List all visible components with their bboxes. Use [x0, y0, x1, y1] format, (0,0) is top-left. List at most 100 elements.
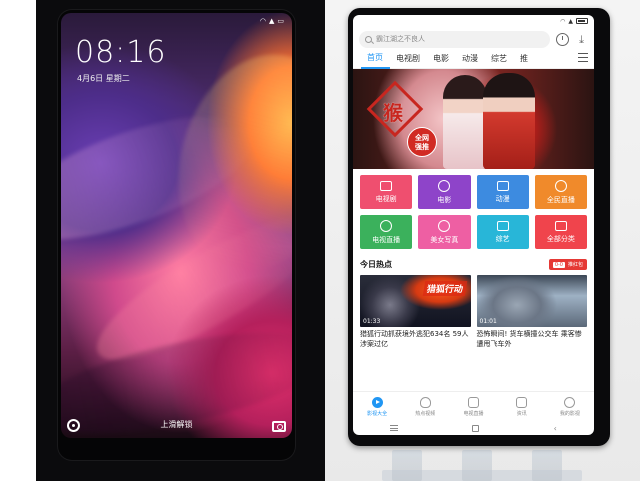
banner-badge: 全网 强推	[407, 127, 437, 157]
video-thumbnail-title: 猎狐行动	[423, 281, 468, 296]
phone-stand	[382, 440, 582, 481]
nav-hot-videos[interactable]: 热点视频	[401, 392, 449, 421]
video-thumbnail: 01:01	[476, 275, 587, 327]
red-packet-label: 推红包	[567, 262, 583, 268]
tab-home[interactable]: 首页	[361, 49, 390, 69]
right-photo: ◠ ▲ 霸江湖之不良人 ⤓ 首页 电视剧 电影 动漫 综艺 推 猴 全网 强推 …	[325, 0, 640, 481]
signal-icon: ▲	[568, 17, 573, 25]
photo-composite: ◠ ▲ ▭ 08:16 4月6日 星期二 上滑解锁 ◠ ▲ 霸江湖之不良人 ⤓ …	[0, 0, 640, 481]
nav-news[interactable]: 资讯	[498, 392, 546, 421]
search-placeholder: 霸江湖之不良人	[376, 35, 425, 43]
bottom-nav: 影视大全 热点视频 电视直播 资讯 我的影视	[353, 391, 594, 421]
search-row: 霸江湖之不良人 ⤓	[353, 27, 594, 49]
variety-icon	[496, 220, 509, 231]
search-icon	[365, 35, 372, 43]
search-input[interactable]: 霸江湖之不良人	[359, 30, 550, 48]
flame-icon	[419, 396, 431, 408]
recent-apps-icon[interactable]	[390, 425, 399, 431]
category-all[interactable]: 全部分类	[534, 215, 587, 249]
battery-icon: ▭	[277, 17, 284, 25]
lock-bottom-bar: 上滑解锁	[61, 414, 292, 432]
video-card[interactable]: 猎狐行动 01:33 猎狐行动抓获境外逃犯634名 59人涉案过亿	[360, 275, 471, 349]
grid-icon	[554, 220, 567, 231]
nav-label: 热点视频	[415, 410, 436, 417]
banner-seal-text: 猴	[383, 101, 403, 125]
category-label: 动漫	[495, 194, 510, 203]
left-phone: ◠ ▲ ▭ 08:16 4月6日 星期二 上滑解锁	[58, 10, 295, 460]
category-tv-series[interactable]: 电视剧	[360, 175, 413, 209]
nav-label: 影视大全	[367, 410, 388, 417]
back-icon[interactable]: ‹	[554, 424, 557, 433]
category-label: 电视直播	[372, 235, 401, 244]
category-tabs: 首页 电视剧 电影 动漫 综艺 推	[353, 49, 594, 69]
category-label: 电影	[437, 195, 452, 204]
category-tv-live[interactable]: 电视直播	[360, 215, 413, 249]
right-phone: ◠ ▲ 霸江湖之不良人 ⤓ 首页 电视剧 电影 动漫 综艺 推 猴 全网 强推 …	[348, 8, 610, 446]
tv-live-icon	[380, 219, 393, 232]
menu-icon[interactable]	[578, 53, 588, 63]
left-photo: ◠ ▲ ▭ 08:16 4月6日 星期二 上滑解锁	[0, 0, 325, 481]
red-packet-pill: 0-0	[552, 261, 565, 268]
category-variety[interactable]: 综艺	[476, 215, 529, 249]
history-icon[interactable]	[556, 32, 569, 46]
stand-base	[382, 470, 582, 481]
wifi-icon: ◠	[259, 17, 266, 25]
lock-status-bar: ◠ ▲ ▭	[260, 17, 284, 25]
hot-video-list: 猎狐行动 01:33 猎狐行动抓获境外逃犯634名 59人涉案过亿 01:01 …	[353, 273, 594, 349]
download-icon[interactable]: ⤓	[575, 33, 588, 46]
status-bar: ◠ ▲	[353, 15, 594, 27]
category-grid: 电视剧 电影 动漫 全民直播 电视直播 美女写真 综艺 全部分类	[353, 169, 594, 249]
nav-profile[interactable]: 我的影视	[546, 392, 594, 421]
red-packet-badge[interactable]: 0-0 推红包	[548, 259, 587, 270]
tab-recommend[interactable]: 推	[514, 50, 535, 68]
category-label: 电视剧	[375, 194, 397, 203]
tab-tv-series[interactable]: 电视剧	[390, 50, 427, 68]
category-label: 美女写真	[430, 235, 459, 244]
video-card[interactable]: 01:01 恐怖瞬间! 货车横撞公交车 乘客惨遭甩飞车外	[476, 275, 587, 349]
news-icon	[516, 396, 528, 408]
battery-icon	[576, 18, 588, 24]
nav-tv-live[interactable]: 电视直播	[449, 392, 497, 421]
live-people-icon	[554, 179, 567, 192]
video-app-screen: ◠ ▲ 霸江湖之不良人 ⤓ 首页 电视剧 电影 动漫 综艺 推 猴 全网 强推 …	[353, 15, 594, 435]
nav-label: 我的影视	[559, 410, 580, 417]
nav-label: 电视直播	[463, 410, 484, 417]
category-label: 全部分类	[546, 234, 575, 243]
banner-actor	[483, 73, 535, 169]
banner-actress	[443, 75, 487, 169]
lock-time: 08:16	[75, 35, 167, 70]
tab-variety[interactable]: 综艺	[485, 50, 514, 68]
home-icon[interactable]	[472, 424, 480, 432]
camera-icon[interactable]	[272, 421, 286, 432]
user-icon	[564, 396, 576, 408]
film-icon	[438, 179, 451, 192]
tab-anime[interactable]: 动漫	[456, 50, 485, 68]
system-nav-bar: ‹	[353, 421, 594, 435]
anime-icon	[496, 180, 509, 191]
category-live[interactable]: 全民直播	[534, 175, 587, 209]
nav-label: 资讯	[516, 410, 527, 417]
video-title: 猎狐行动抓获境外逃犯634名 59人涉案过亿	[360, 330, 469, 348]
tab-movies[interactable]: 电影	[427, 50, 456, 68]
video-thumbnail: 猎狐行动 01:33	[360, 275, 471, 327]
video-title: 恐怖瞬间! 货车横撞公交车 乘客惨遭甩飞车外	[476, 330, 582, 348]
category-label: 全民直播	[546, 195, 575, 204]
tv-icon	[468, 396, 479, 408]
nav-video-library[interactable]: 影视大全	[353, 392, 401, 421]
lock-date: 4月6日 星期二	[77, 74, 130, 83]
play-icon	[371, 396, 383, 408]
category-anime[interactable]: 动漫	[476, 175, 529, 209]
left-photo-margin	[0, 0, 36, 481]
lock-screen: ◠ ▲ ▭ 08:16 4月6日 星期二 上滑解锁	[61, 13, 292, 438]
hot-section-header: 今日热点 0-0 推红包	[353, 249, 594, 273]
category-photos[interactable]: 美女写真	[418, 215, 471, 249]
unlock-hint[interactable]: 上滑解锁	[61, 419, 292, 430]
tv-icon	[380, 180, 393, 191]
hot-section-title: 今日热点	[360, 260, 392, 269]
camera-icon	[438, 219, 451, 232]
category-movies[interactable]: 电影	[418, 175, 471, 209]
hero-banner[interactable]: 猴 全网 强推	[353, 69, 594, 169]
category-label: 综艺	[495, 234, 510, 243]
wifi-icon: ◠	[560, 17, 566, 25]
video-duration: 01:01	[479, 318, 497, 325]
